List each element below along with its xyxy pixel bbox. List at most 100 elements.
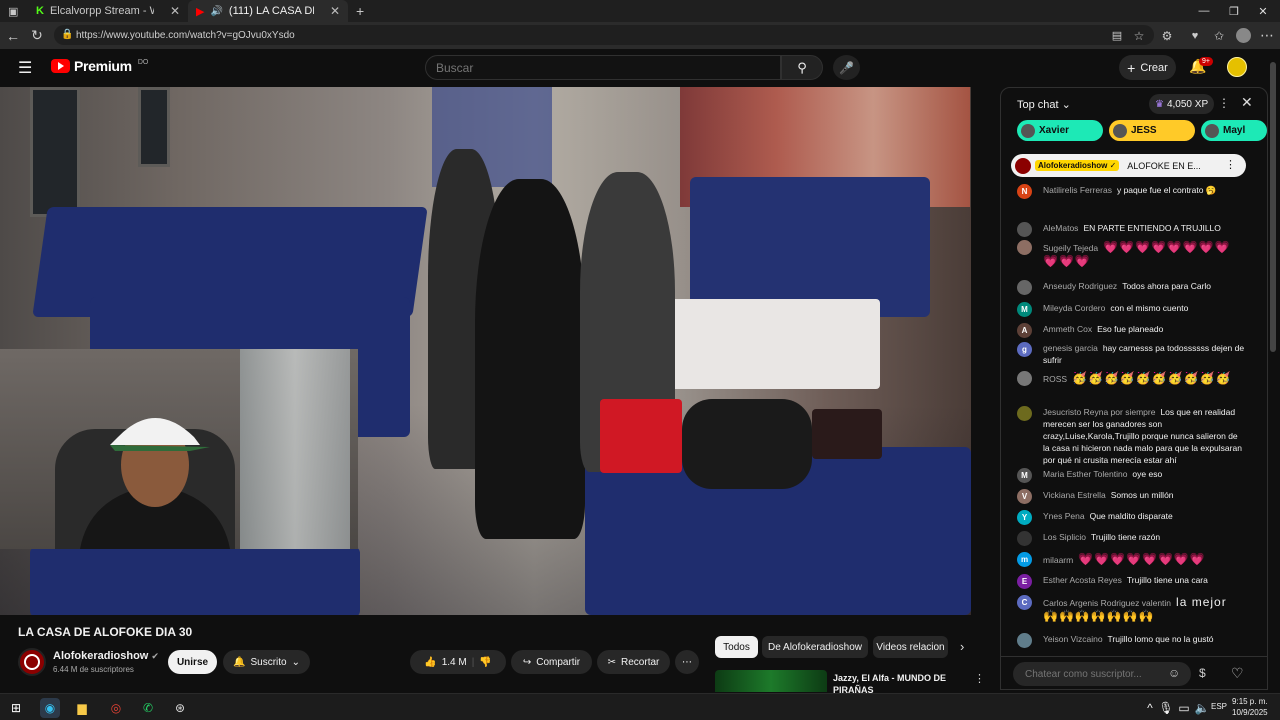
chat-author-avatar[interactable]: m bbox=[1017, 552, 1032, 567]
favorite-star-icon[interactable]: ☆ bbox=[1126, 23, 1152, 49]
chat-author-avatar[interactable] bbox=[1017, 406, 1032, 421]
pinned-kebab-icon[interactable]: ⋮ bbox=[1225, 158, 1236, 171]
refresh-icon[interactable]: ↻ bbox=[24, 23, 50, 49]
browser-essentials-icon[interactable]: ♥ bbox=[1182, 23, 1208, 49]
chat-close-icon[interactable]: ✕ bbox=[1241, 94, 1253, 111]
chat-author-name[interactable]: Los Siplicio bbox=[1043, 532, 1086, 542]
browser-tab-youtube[interactable]: ▶ 🔊 (111) LA CASA DE ALOFOKE ✕ bbox=[188, 0, 348, 22]
xp-badge[interactable]: ♛ 4,050 XP bbox=[1149, 94, 1215, 114]
chat-author-avatar[interactable] bbox=[1017, 280, 1032, 295]
youtube-logo[interactable]: Premium DO bbox=[51, 58, 148, 74]
like-count[interactable]: 1.4 M bbox=[442, 657, 467, 668]
share-button[interactable]: ↪ Compartir bbox=[511, 650, 592, 674]
super-chat-icon[interactable]: $ bbox=[1199, 666, 1206, 680]
channel-name[interactable]: Alofokeradioshow ✔ bbox=[53, 650, 159, 662]
chat-author-avatar[interactable]: g bbox=[1017, 342, 1032, 357]
more-actions-button[interactable]: ⋯ bbox=[675, 650, 699, 674]
chip-all[interactable]: Todos bbox=[715, 636, 758, 658]
chat-author-name[interactable]: Jesucristo Reyna por siempre bbox=[1043, 407, 1155, 417]
close-tab-icon[interactable]: ✕ bbox=[330, 4, 340, 18]
chat-author-avatar[interactable]: M bbox=[1017, 302, 1032, 317]
chat-author-name[interactable]: Mileyda Cordero bbox=[1043, 303, 1105, 313]
search-button[interactable]: ⚲ bbox=[781, 55, 823, 80]
chat-author-name[interactable]: Carlos Argenis Rodriguez valentin bbox=[1043, 598, 1171, 608]
whatsapp-icon[interactable]: ✆ bbox=[138, 698, 158, 718]
profile-icon[interactable] bbox=[1230, 23, 1256, 49]
chat-author-avatar[interactable] bbox=[1017, 371, 1032, 386]
chat-author-name[interactable]: Vickiana Estrella bbox=[1043, 490, 1106, 500]
chat-author-avatar[interactable]: V bbox=[1017, 489, 1032, 504]
chip-from-channel[interactable]: De Alofokeradioshow bbox=[762, 636, 868, 658]
windows-start-icon[interactable]: ⊞ bbox=[6, 698, 26, 718]
chevron-right-icon[interactable]: › bbox=[960, 639, 964, 654]
chat-author-avatar[interactable] bbox=[1017, 240, 1032, 255]
recommended-thumbnail[interactable] bbox=[715, 670, 827, 692]
chat-author-name[interactable]: AleMatos bbox=[1043, 223, 1078, 233]
chat-author-name[interactable]: Esther Acosta Reyes bbox=[1043, 575, 1122, 585]
chat-author-avatar[interactable]: Y bbox=[1017, 510, 1032, 525]
chat-author-name[interactable]: Natilirelis Ferreras bbox=[1043, 185, 1112, 195]
chat-author-name[interactable]: Ynes Pena bbox=[1043, 511, 1085, 521]
chrome-icon[interactable]: ◎ bbox=[106, 698, 126, 718]
network-icon[interactable]: ▭ bbox=[1174, 698, 1194, 718]
create-button[interactable]: + Crear bbox=[1119, 55, 1176, 80]
mic-tray-icon[interactable]: 🎙 bbox=[1156, 698, 1176, 718]
back-icon[interactable]: ← bbox=[0, 23, 26, 49]
chat-author-avatar[interactable] bbox=[1017, 222, 1032, 237]
hamburger-menu-icon[interactable]: ☰ bbox=[18, 58, 32, 78]
join-button[interactable]: Unirse bbox=[168, 650, 217, 674]
chat-author-avatar[interactable]: A bbox=[1017, 323, 1032, 338]
donor-chip[interactable]: Xavier bbox=[1017, 120, 1103, 141]
chat-menu-icon[interactable]: ⋮ bbox=[1218, 96, 1230, 110]
file-explorer-icon[interactable]: ▆ bbox=[72, 698, 92, 718]
channel-avatar[interactable] bbox=[18, 648, 46, 676]
chat-mode-selector[interactable]: Top chat ⌄ bbox=[1017, 98, 1071, 111]
chat-author-name[interactable]: Sugeily Tejeda bbox=[1043, 243, 1098, 253]
chat-author-name[interactable]: Maria Esther Tolentino bbox=[1043, 469, 1127, 479]
edge-icon[interactable]: ◉ bbox=[40, 698, 60, 718]
tab-actions-icon[interactable]: ▣ bbox=[0, 0, 28, 22]
more-menu-icon[interactable]: ⋯ bbox=[1254, 23, 1280, 49]
chat-author-avatar[interactable]: E bbox=[1017, 574, 1032, 589]
browser-tab-kick[interactable]: K Elcalvorpp Stream - Watch Live o ✕ bbox=[28, 0, 188, 22]
chat-author-name[interactable]: Anseudy Rodriguez bbox=[1043, 281, 1117, 291]
extensions-icon[interactable]: ⚙ bbox=[1154, 23, 1180, 49]
donor-chip[interactable]: Mayl bbox=[1201, 120, 1267, 141]
volume-icon[interactable]: 🔈 bbox=[1192, 698, 1212, 718]
chat-author-name[interactable]: milaarm bbox=[1043, 555, 1073, 565]
chat-author-avatar[interactable] bbox=[1017, 531, 1032, 546]
heart-icon[interactable]: ♡ bbox=[1231, 665, 1244, 682]
new-tab-button[interactable]: + bbox=[348, 0, 372, 22]
recommended-kebab-icon[interactable]: ⋮ bbox=[974, 672, 985, 685]
audio-icon[interactable]: 🔊 bbox=[210, 6, 222, 17]
chip-related[interactable]: Videos relacion bbox=[873, 636, 948, 658]
emoji-icon[interactable]: ☺ bbox=[1168, 666, 1180, 680]
chat-author-avatar[interactable] bbox=[1017, 633, 1032, 648]
minimize-icon[interactable]: — bbox=[1187, 0, 1221, 22]
search-input[interactable] bbox=[425, 55, 781, 80]
account-avatar[interactable] bbox=[1227, 57, 1247, 77]
dislike-icon[interactable]: 👎 bbox=[479, 657, 491, 668]
chat-author-name[interactable]: genesis garcia bbox=[1043, 343, 1098, 353]
chat-input[interactable] bbox=[1013, 662, 1191, 686]
like-icon[interactable]: 👍 bbox=[424, 657, 436, 668]
obs-icon[interactable]: ⊛ bbox=[170, 698, 190, 718]
video-player[interactable] bbox=[0, 87, 971, 615]
donor-chip[interactable]: JESS bbox=[1109, 120, 1195, 141]
subscribed-button[interactable]: 🔔 Suscrito ⌄ bbox=[223, 650, 310, 674]
chat-author-name[interactable]: Ammeth Cox bbox=[1043, 324, 1092, 334]
input-language[interactable]: ESP bbox=[1211, 702, 1227, 711]
chat-author-name[interactable]: Yeison Vizcaino bbox=[1043, 634, 1103, 644]
system-clock[interactable]: 9:15 p. m. 10/9/2025 bbox=[1232, 696, 1268, 718]
pinned-message[interactable]: Alofokeradioshow ✓ ALOFOKE EN E... ⋮ bbox=[1011, 154, 1246, 177]
voice-search-button[interactable]: 🎤 bbox=[833, 55, 860, 80]
chat-author-avatar[interactable]: M bbox=[1017, 468, 1032, 483]
favorites-icon[interactable]: ✩ bbox=[1206, 23, 1232, 49]
close-window-icon[interactable]: ✕ bbox=[1246, 0, 1280, 22]
url-field[interactable]: 🔒 https://www.youtube.com/watch?v=gOJvu0… bbox=[54, 25, 1154, 45]
clip-button[interactable]: ✂ Recortar bbox=[597, 650, 670, 674]
chat-author-avatar[interactable]: N bbox=[1017, 184, 1032, 199]
chat-author-name[interactable]: ROSS bbox=[1043, 374, 1067, 384]
chat-author-avatar[interactable]: C bbox=[1017, 595, 1032, 610]
close-tab-icon[interactable]: ✕ bbox=[170, 4, 180, 18]
